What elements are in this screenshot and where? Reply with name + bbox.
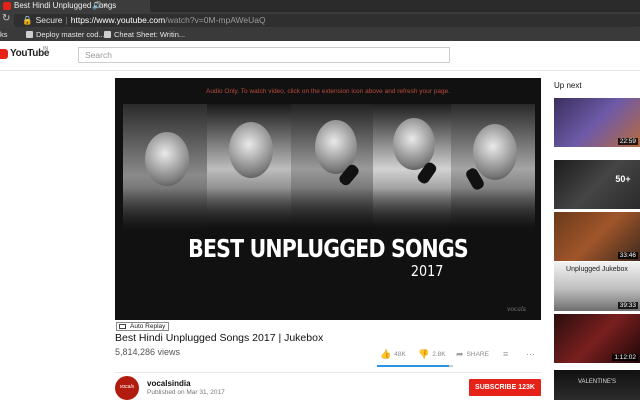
thumbnail-caption: Unplugged Jukebox	[566, 266, 628, 273]
bookmark-item[interactable]: Cheat Sheet: Writin...	[104, 28, 185, 41]
like-button[interactable]: 👍 48K	[380, 349, 406, 360]
view-count: 5,814,286 views	[115, 347, 181, 357]
bookmark-favicon-icon	[104, 31, 111, 38]
auto-replay-toggle[interactable]: Auto Replay	[116, 322, 170, 331]
like-dislike-bar	[377, 365, 453, 367]
bookmark-item[interactable]: ks	[0, 28, 8, 41]
share-label: SHARE	[466, 351, 489, 358]
bookmark-favicon-icon	[26, 31, 33, 38]
youtube-header: YouTube IN Search	[0, 41, 640, 71]
auto-replay-label: Auto Replay	[130, 323, 166, 330]
bookmarks-bar: ks Deploy master cod... Cheat Sheet: Wri…	[0, 28, 640, 41]
youtube-play-icon	[0, 49, 8, 59]
video-player[interactable]: Audio Only. To watch video, click on the…	[115, 78, 541, 320]
thumbs-down-icon: 👎	[418, 349, 430, 359]
divider	[115, 372, 541, 373]
thumbnail-title: BEST UNPLUGGED SONGS	[188, 234, 468, 263]
like-count: 48K	[394, 351, 406, 358]
speaker-icon[interactable]: 🔊	[92, 0, 102, 12]
up-next-item[interactable]: 50+	[554, 160, 640, 209]
thumbs-up-icon: 👍	[380, 349, 392, 359]
video-duration: 33:46	[617, 252, 638, 259]
bookmark-label: Deploy master cod...	[36, 30, 105, 39]
up-next-item[interactable]: Unplugged Jukebox 39:33	[554, 262, 640, 311]
add-to-playlist-icon: ≡	[503, 349, 509, 359]
subscribe-label: SUBSCRIBE	[475, 384, 517, 391]
up-next-heading: Up next	[554, 81, 582, 90]
secure-label: Secure	[35, 15, 63, 25]
omnibox[interactable]: 🔒 Secure | https://www.youtube.com/watch?v=…	[14, 14, 640, 27]
video-duration: 22:59	[617, 138, 638, 145]
video-duration: 39:33	[617, 302, 638, 309]
search-input[interactable]: Search	[78, 47, 450, 63]
dislike-count: 2.8K	[432, 351, 446, 358]
lock-icon[interactable]: 🔒	[22, 15, 33, 25]
up-next-item[interactable]: 22:59	[554, 98, 640, 147]
browser-tabstrip: Best Hindi Unplugged Songs 🔊 ×	[0, 0, 640, 12]
bookmark-item[interactable]: Deploy master cod...	[26, 28, 105, 41]
like-bar-fill	[377, 365, 449, 367]
more-icon: ⋯	[526, 349, 535, 359]
logo-region: IN	[43, 46, 48, 52]
share-icon: ➦	[456, 349, 464, 359]
url-path: /watch?v=0M-mpAWeUaQ	[165, 15, 266, 25]
avatar-text: vocals	[119, 384, 135, 390]
video-duration: 1:12:02	[612, 354, 638, 361]
youtube-favicon-icon	[3, 2, 11, 10]
url-host: https://www.youtube.com	[70, 15, 166, 25]
add-to-playlist-button[interactable]: ≡	[503, 349, 511, 359]
bookmark-label: Cheat Sheet: Writin...	[114, 30, 186, 39]
close-tab-icon[interactable]: ×	[103, 0, 108, 12]
subscribe-button[interactable]: SUBSCRIBE 123K	[469, 379, 541, 396]
more-actions-button[interactable]: ⋯	[526, 349, 538, 360]
audio-only-notice: Audio Only. To watch video, click on the…	[205, 88, 451, 95]
channel-name[interactable]: vocalsindia	[147, 379, 191, 388]
dislike-button[interactable]: 👎 2.8K	[418, 349, 446, 360]
thumbnail-caption: 50+	[615, 174, 631, 184]
publish-date: Published on Mar 31, 2017	[147, 389, 225, 396]
video-title: Best Hindi Unplugged Songs 2017 | Jukebo…	[115, 332, 324, 344]
subscriber-count: 123K	[518, 384, 535, 391]
reload-icon[interactable]: ↻	[2, 13, 10, 24]
up-next-item[interactable]: 33:46	[554, 212, 640, 261]
up-next-item[interactable]: 1:12:02	[554, 314, 640, 363]
channel-avatar[interactable]: vocals	[115, 376, 139, 400]
search-placeholder: Search	[85, 50, 112, 60]
thumbnail-year: 2017	[410, 262, 444, 280]
url-separator: |	[65, 15, 68, 25]
share-button[interactable]: ➦ SHARE	[456, 349, 489, 360]
thumbnail-caption: VALENTINE'S	[577, 379, 617, 385]
checkbox-icon	[119, 324, 126, 329]
up-next-item[interactable]: VALENTINE'S	[554, 370, 640, 400]
browser-tab[interactable]: Best Hindi Unplugged Songs 🔊 ×	[0, 0, 150, 12]
address-bar-row: ↻ 🔒 Secure | https://www.youtube.com/watch?…	[0, 12, 640, 28]
channel-watermark: vocals	[507, 306, 526, 313]
